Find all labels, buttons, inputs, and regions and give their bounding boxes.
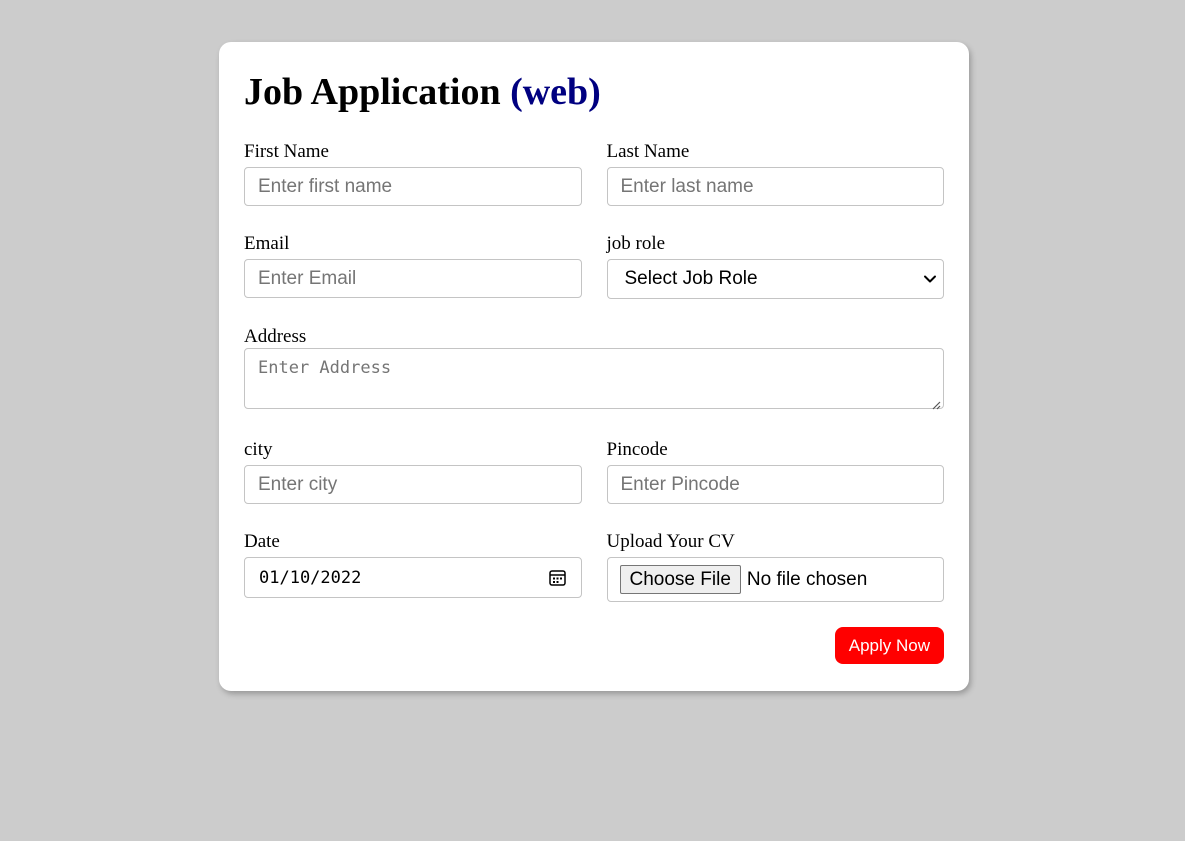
pincode-input[interactable] (606, 465, 944, 504)
first-name-group: First Name (244, 141, 582, 206)
job-role-select[interactable]: Select Job Role (606, 259, 944, 299)
address-field-wrapper (244, 348, 944, 410)
job-role-group: job role Select Job Role (606, 233, 944, 299)
email-group: Email (244, 233, 582, 299)
file-status-text: No file chosen (746, 568, 868, 590)
pincode-group: Pincode (606, 439, 944, 504)
date-value: 01/10/2022 (259, 567, 362, 588)
name-row: First Name Last Name (244, 141, 944, 206)
last-name-input[interactable] (606, 167, 944, 206)
date-input[interactable]: 01/10/2022 (244, 557, 582, 598)
choose-file-button[interactable]: Choose File (619, 565, 741, 594)
resize-handle-icon[interactable] (932, 397, 941, 410)
calendar-icon[interactable] (548, 568, 567, 587)
first-name-input[interactable] (244, 167, 582, 206)
cv-label: Upload Your CV (606, 531, 735, 552)
cv-group: Upload Your CV Choose File No file chose… (606, 531, 944, 602)
date-label: Date (244, 531, 280, 552)
city-input[interactable] (244, 465, 582, 504)
address-group: Address (244, 326, 944, 410)
address-textarea[interactable] (244, 348, 944, 409)
last-name-group: Last Name (606, 141, 944, 206)
date-cv-row: Date 01/10/2022 Upload Your CV Choose Fi… (244, 531, 944, 602)
city-pincode-row: city Pincode (244, 439, 944, 504)
date-group: Date 01/10/2022 (244, 531, 582, 602)
form-title-accent: (web) (510, 71, 601, 113)
city-label: city (244, 439, 273, 460)
form-title-main: Job Application (244, 71, 501, 113)
email-label: Email (244, 233, 290, 254)
actions-row: Apply Now (244, 627, 944, 664)
job-role-label: job role (606, 233, 666, 254)
first-name-label: First Name (244, 141, 329, 162)
city-group: city (244, 439, 582, 504)
application-card: Job Application (web) First Name Last Na… (219, 42, 969, 691)
cv-file-input: Choose File No file chosen (606, 557, 944, 602)
email-role-row: Email job role Select Job Role (244, 233, 944, 299)
pincode-label: Pincode (606, 439, 668, 460)
last-name-label: Last Name (606, 141, 690, 162)
form-title: Job Application (web) (244, 70, 944, 114)
chevron-down-icon (923, 272, 937, 286)
job-role-selected-value: Select Job Role (624, 268, 758, 289)
email-input[interactable] (244, 259, 582, 298)
address-label: Address (244, 326, 307, 347)
apply-now-button[interactable]: Apply Now (834, 627, 944, 664)
